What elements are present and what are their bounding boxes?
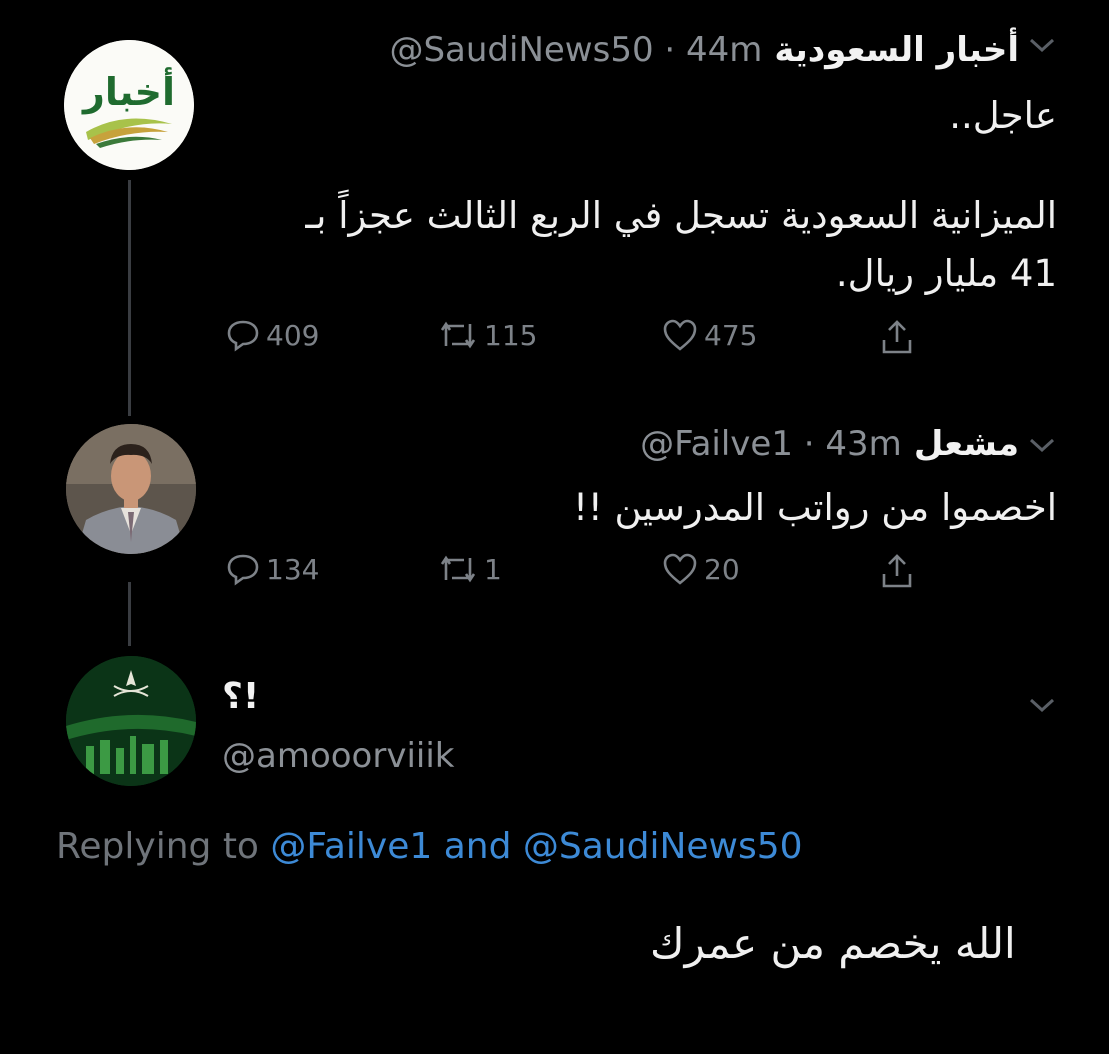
share-icon [880, 552, 914, 590]
tweet1-header: @SaudiNews50 · 44m أخبار السعودية [389, 30, 1019, 70]
retweet-count: 1 [484, 552, 502, 586]
logo-text: أخبار [82, 70, 176, 114]
tweet2-name[interactable]: مشعل [914, 424, 1019, 464]
tweet2-actions: 134 1 20 [220, 552, 940, 602]
retweet-icon [438, 552, 478, 586]
tweet2-text: اخصموا من رواتب المدرسين !! [573, 486, 1057, 529]
tweet1-handle-time[interactable]: @SaudiNews50 · 44m [389, 30, 762, 70]
emblem-image [66, 656, 196, 786]
tweet1-line1: عاجل.. [949, 94, 1057, 137]
like-button[interactable]: 475 [662, 318, 757, 352]
reply-count: 134 [266, 552, 320, 586]
chevron-down-icon[interactable] [1027, 688, 1057, 723]
retweet-button[interactable]: 115 [438, 318, 537, 352]
tweet2-handle[interactable]: @Failve1 [640, 424, 793, 464]
thread-line [128, 180, 131, 416]
reply-user-failve1[interactable]: @Failve1 [270, 826, 432, 867]
like-button[interactable]: 20 [662, 552, 740, 586]
tweet2-time: 43m [825, 424, 902, 464]
tweet3-handle[interactable]: @amooorviiik [222, 736, 455, 776]
replying-to: Replying to @Failve1 and @SaudiNews50 [56, 826, 803, 867]
share-button[interactable] [880, 552, 914, 590]
avatar-amooorviiik[interactable] [66, 656, 196, 786]
tweet1-name[interactable]: أخبار السعودية [774, 30, 1019, 70]
chevron-down-icon[interactable] [1027, 28, 1057, 63]
reply-icon [226, 318, 260, 352]
like-icon [662, 552, 698, 586]
retweet-icon [438, 318, 478, 352]
retweet-count: 115 [484, 318, 538, 352]
tweet1-line2: الميزانية السعودية تسجل في الربع الثالث … [305, 194, 1057, 237]
reply-button[interactable]: 134 [226, 552, 319, 586]
reply-and[interactable]: and [444, 826, 512, 867]
tweet2-header: @Failve1 · 43m مشعل [640, 424, 1019, 464]
share-icon [880, 318, 914, 356]
tweet3-text: الله يخصم من عمرك [650, 919, 1016, 968]
like-count: 20 [704, 552, 740, 586]
dot-separator: · [653, 30, 687, 70]
thread-line [128, 582, 131, 646]
like-icon [662, 318, 698, 352]
reply-count: 409 [266, 318, 320, 352]
tweet1-actions: 409 115 475 [220, 318, 940, 368]
chevron-down-icon[interactable] [1027, 428, 1057, 463]
tweet1-handle[interactable]: @SaudiNews50 [389, 30, 653, 70]
tweet1-time: 44m [686, 30, 763, 70]
reply-icon [226, 552, 260, 586]
tweet2-handle-time[interactable]: @Failve1 · 43m [640, 424, 902, 464]
like-count: 475 [704, 318, 758, 352]
retweet-button[interactable]: 1 [438, 552, 502, 586]
share-button[interactable] [880, 318, 914, 356]
reply-button[interactable]: 409 [226, 318, 319, 352]
avatar-saudinews[interactable]: أخبار [64, 40, 194, 170]
tweet1-line3: 41 مليار ريال. [835, 252, 1057, 295]
replying-prefix: Replying to [56, 826, 259, 867]
avatar-failve1[interactable] [66, 424, 196, 554]
reply-user-saudinews[interactable]: @SaudiNews50 [523, 826, 803, 867]
profile-photo [66, 424, 196, 554]
dot-separator: · [792, 424, 826, 464]
tweet3-name[interactable]: ؟! [222, 676, 259, 717]
